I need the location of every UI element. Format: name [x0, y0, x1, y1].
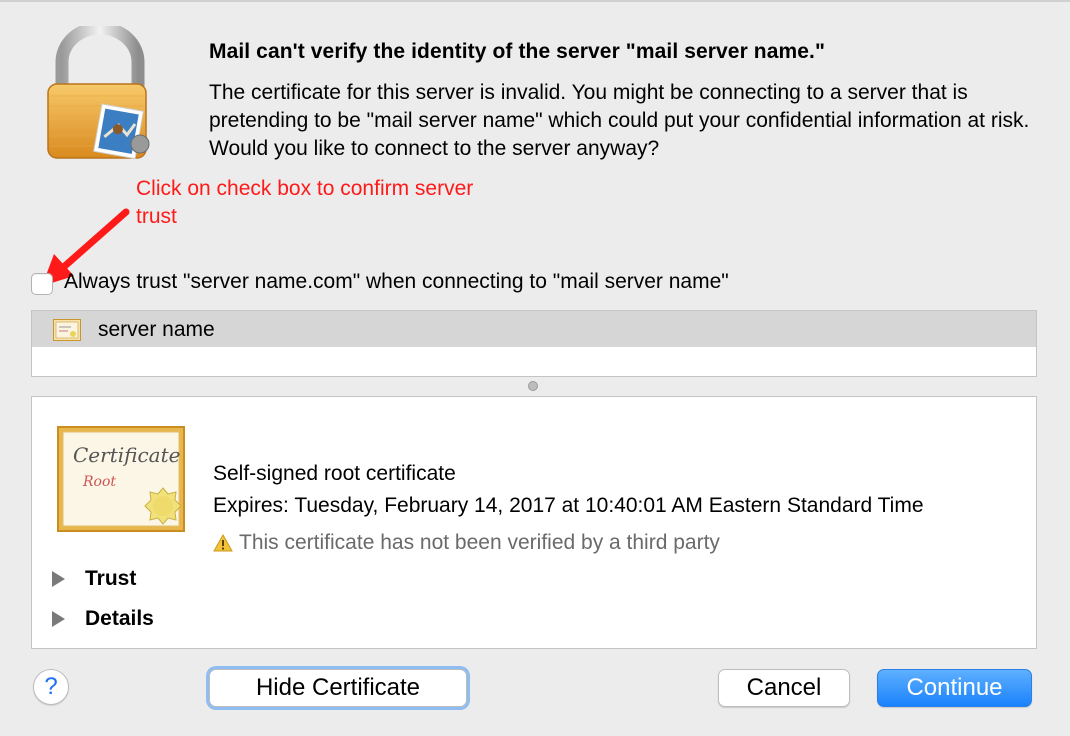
split-view-handle[interactable] [528, 381, 538, 391]
certificate-list-item-label: server name [98, 318, 215, 341]
certificate-detail-panel: Certificate Root Self-signed root certif… [31, 396, 1037, 649]
certificate-icon [53, 319, 81, 341]
window-top-border [0, 0, 1070, 2]
hide-certificate-button[interactable]: Hide Certificate [209, 669, 467, 707]
certificate-name: Self-signed root certificate [213, 462, 456, 485]
certificate-icon-subtitle: Root [82, 474, 116, 490]
continue-button[interactable]: Continue [877, 669, 1032, 707]
cancel-button[interactable]: Cancel [718, 669, 850, 707]
trust-disclosure[interactable]: Trust [52, 567, 136, 591]
lock-icon [47, 26, 150, 160]
disclosure-triangle-icon [52, 611, 65, 627]
certificate-warning-text: This certificate has not been verified b… [239, 531, 720, 554]
certificate-root-icon: Certificate Root [57, 426, 185, 532]
trust-section-label: Trust [85, 567, 137, 590]
dialog-title: Mail can't verify the identity of the se… [209, 40, 826, 63]
warning-icon [213, 534, 233, 552]
certificate-icon-title: Certificate [73, 443, 180, 467]
details-disclosure[interactable]: Details [52, 607, 154, 631]
always-trust-label[interactable]: Always trust "server name.com" when conn… [64, 270, 729, 294]
certificate-list-item[interactable]: server name [32, 311, 1036, 347]
details-section-label: Details [85, 607, 154, 630]
dialog-message: The certificate for this server is inval… [209, 81, 1030, 160]
annotation-note: Click on check box to confirm server tru… [136, 177, 474, 228]
help-button[interactable]: ? [33, 669, 69, 705]
disclosure-triangle-icon [52, 571, 65, 587]
certificate-expiry: Expires: Tuesday, February 14, 2017 at 1… [213, 494, 924, 517]
certificate-list: server name [31, 310, 1037, 377]
certificate-warning: This certificate has not been verified b… [213, 531, 720, 555]
always-trust-checkbox[interactable] [31, 273, 53, 295]
